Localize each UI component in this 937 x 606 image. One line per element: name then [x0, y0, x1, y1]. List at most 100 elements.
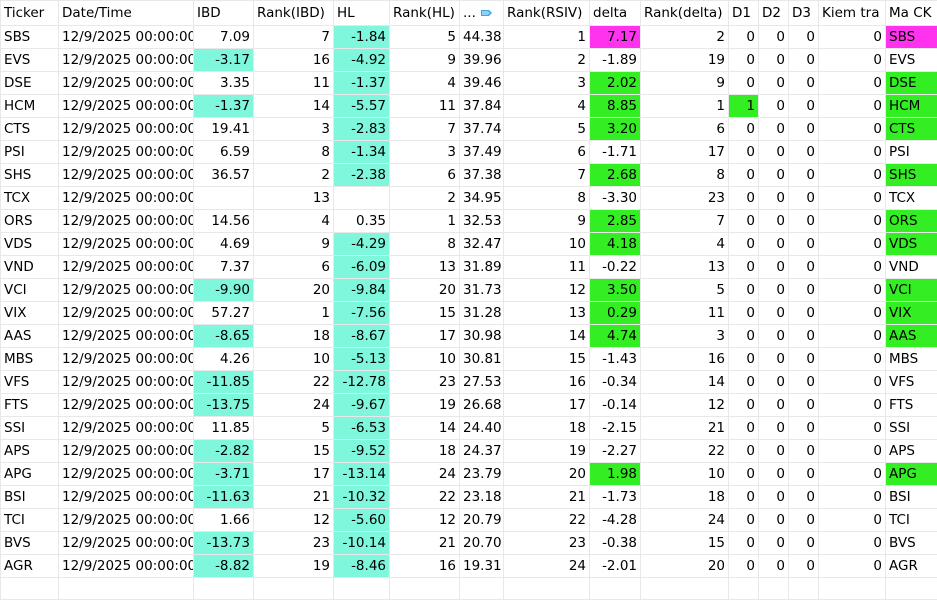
cell-rank-ibd[interactable]: 23 — [253, 531, 334, 555]
cell-mack[interactable]: TCI — [885, 508, 937, 532]
cell-d3[interactable]: 0 — [788, 48, 819, 72]
cell-rank-delta[interactable]: 19 — [640, 48, 729, 72]
cell-date[interactable]: 12/9/2025 00:00:00 — [58, 94, 194, 118]
table-row[interactable]: SSI 12/9/2025 00:00:00 11.85 5 -6.53 14 24.40 1… — [0, 416, 937, 440]
cell-rank-ibd[interactable]: 12 — [253, 508, 334, 532]
cell-hl[interactable]: -10.14 — [333, 531, 390, 555]
table-row[interactable]: MBS 12/9/2025 00:00:00 4.26 10 -5.13 10 30.81 1… — [0, 347, 937, 371]
cell-rank-delta[interactable]: 7 — [640, 209, 729, 233]
cell-date[interactable]: 12/9/2025 00:00:00 — [58, 393, 194, 417]
table-row[interactable]: VIX 12/9/2025 00:00:00 57.27 1 -7.56 15 31.28 1… — [0, 301, 937, 325]
cell-hl[interactable]: -1.84 — [333, 25, 390, 49]
cell-hl[interactable]: -1.37 — [333, 71, 390, 95]
cell-rank-hl[interactable]: 22 — [389, 485, 460, 509]
cell-d3[interactable]: 0 — [788, 232, 819, 256]
cell-d1[interactable]: 1 — [728, 94, 759, 118]
cell-d1[interactable]: 0 — [728, 393, 759, 417]
cell-d3[interactable]: 0 — [788, 25, 819, 49]
cell-rank-ibd[interactable]: 17 — [253, 462, 334, 486]
cell-d3[interactable]: 0 — [788, 209, 819, 233]
cell-rank-rsiv[interactable]: 22 — [503, 508, 590, 532]
col-header-d1[interactable]: D1 — [728, 0, 759, 26]
table-row[interactable]: SHS 12/9/2025 00:00:00 36.57 2 -2.38 6 37.38 7 2… — [0, 163, 937, 187]
cell-date[interactable]: 12/9/2025 00:00:00 — [58, 186, 194, 210]
table-row[interactable]: SBS 12/9/2025 00:00:00 7.09 7 -1.84 5 44.38 1 7.… — [0, 25, 937, 49]
cell-ibd[interactable]: 1.66 — [193, 508, 254, 532]
col-header-rank-delta[interactable]: Rank(delta) — [640, 0, 729, 26]
cell-d2[interactable]: 0 — [758, 347, 789, 371]
col-header-rsiv[interactable]: ... — [459, 0, 504, 26]
cell-rsiv[interactable]: 32.47 — [459, 232, 504, 256]
cell-hl[interactable]: -5.60 — [333, 508, 390, 532]
cell-d1[interactable]: 0 — [728, 117, 759, 141]
cell-d3[interactable]: 0 — [788, 439, 819, 463]
cell-ticker[interactable]: VND — [0, 255, 59, 279]
cell-hl[interactable]: -1.34 — [333, 140, 390, 164]
cell-d3[interactable]: 0 — [788, 71, 819, 95]
cell-ticker[interactable]: DSE — [0, 71, 59, 95]
cell-ticker[interactable]: PSI — [0, 140, 59, 164]
cell-rank-delta[interactable]: 13 — [640, 255, 729, 279]
table-row[interactable]: DSE 12/9/2025 00:00:00 3.35 11 -1.37 4 39.46 3 2… — [0, 71, 937, 95]
cell-rsiv[interactable]: 39.46 — [459, 71, 504, 95]
cell-rsiv[interactable]: 31.28 — [459, 301, 504, 325]
cell-rank-delta[interactable]: 23 — [640, 186, 729, 210]
cell-rank-ibd[interactable]: 19 — [253, 554, 334, 578]
cell-rsiv[interactable]: 37.84 — [459, 94, 504, 118]
cell-rank-delta[interactable]: 21 — [640, 416, 729, 440]
cell-d2[interactable]: 0 — [758, 186, 789, 210]
cell-d2[interactable]: 0 — [758, 255, 789, 279]
cell-mack[interactable]: ORS — [885, 209, 937, 233]
cell-date[interactable]: 12/9/2025 00:00:00 — [58, 324, 194, 348]
cell-mack[interactable]: PSI — [885, 140, 937, 164]
cell-ibd[interactable]: 3.35 — [193, 71, 254, 95]
cell-rank-ibd[interactable]: 6 — [253, 255, 334, 279]
cell-rsiv[interactable]: 24.37 — [459, 439, 504, 463]
cell-ticker[interactable]: ORS — [0, 209, 59, 233]
cell-mack[interactable]: SBS — [885, 25, 937, 49]
cell-date[interactable]: 12/9/2025 00:00:00 — [58, 232, 194, 256]
col-header-ma-ck[interactable]: Ma CK — [885, 0, 937, 26]
cell-rank-delta[interactable]: 1 — [640, 94, 729, 118]
cell-rank-rsiv[interactable]: 15 — [503, 347, 590, 371]
cell-rank-rsiv[interactable]: 20 — [503, 462, 590, 486]
cell-kiem[interactable]: 0 — [818, 439, 886, 463]
cell-hl[interactable]: -7.56 — [333, 301, 390, 325]
cell-rank-delta[interactable]: 2 — [640, 25, 729, 49]
cell-rank-ibd[interactable]: 14 — [253, 94, 334, 118]
cell-d1[interactable]: 0 — [728, 163, 759, 187]
cell-d3[interactable]: 0 — [788, 393, 819, 417]
cell-mack[interactable]: APG — [885, 462, 937, 486]
cell-date[interactable]: 12/9/2025 00:00:00 — [58, 25, 194, 49]
cell-d2[interactable]: 0 — [758, 163, 789, 187]
cell-kiem[interactable]: 0 — [818, 163, 886, 187]
cell-rank-delta[interactable]: 6 — [640, 117, 729, 141]
cell-kiem[interactable]: 0 — [818, 278, 886, 302]
cell-d1[interactable]: 0 — [728, 439, 759, 463]
cell-rank-rsiv[interactable]: 12 — [503, 278, 590, 302]
cell-ticker[interactable]: VCI — [0, 278, 59, 302]
cell-delta[interactable]: -2.15 — [589, 416, 641, 440]
cell-kiem[interactable]: 0 — [818, 25, 886, 49]
cell-rank-rsiv[interactable]: 10 — [503, 232, 590, 256]
cell-d1[interactable]: 0 — [728, 301, 759, 325]
col-header-d3[interactable]: D3 — [788, 0, 819, 26]
cell-rank-hl[interactable]: 10 — [389, 347, 460, 371]
cell-d3[interactable]: 0 — [788, 117, 819, 141]
cell-ibd[interactable]: -8.65 — [193, 324, 254, 348]
cell-mack[interactable]: VFS — [885, 370, 937, 394]
cell-kiem[interactable]: 0 — [818, 554, 886, 578]
cell-ibd[interactable]: -11.63 — [193, 485, 254, 509]
cell-delta[interactable]: -0.38 — [589, 531, 641, 555]
table-row[interactable]: VFS 12/9/2025 00:00:00 -11.85 22 -12.78 23 27.… — [0, 370, 937, 394]
table-row[interactable]: TCI 12/9/2025 00:00:00 1.66 12 -5.60 12 20.79 2… — [0, 508, 937, 532]
cell-rsiv[interactable]: 31.89 — [459, 255, 504, 279]
cell-mack[interactable]: VND — [885, 255, 937, 279]
cell-rank-rsiv[interactable]: 23 — [503, 531, 590, 555]
cell-ticker[interactable]: HCM — [0, 94, 59, 118]
cell-delta[interactable]: -0.14 — [589, 393, 641, 417]
cell-mack[interactable]: FTS — [885, 393, 937, 417]
cell-rank-rsiv[interactable]: 17 — [503, 393, 590, 417]
cell-hl[interactable] — [333, 186, 390, 210]
cell-d1[interactable]: 0 — [728, 531, 759, 555]
